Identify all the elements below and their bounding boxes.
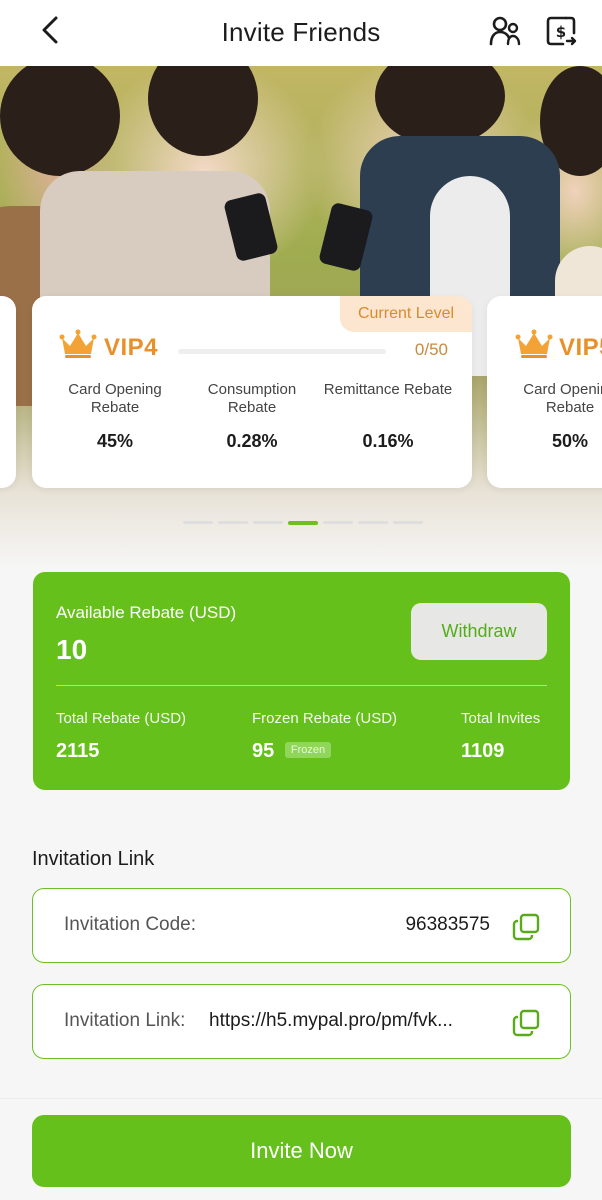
carousel-dot[interactable] [288,521,318,525]
person-hair-2 [148,66,258,156]
total-invites-label: Total Invites [461,710,541,727]
frozen-rebate-label: Frozen Rebate (USD) [252,710,398,727]
withdraw-button[interactable]: Withdraw [411,603,547,660]
carousel-dot[interactable] [393,521,423,524]
person-hair-3 [375,66,505,146]
remittance-rebate: Remittance Rebate 0.16% [318,381,458,452]
invitation-code-value: 96383575 [405,914,490,935]
invitation-link-label: Invitation Link: [64,1010,186,1031]
total-rebate-value: 2115 [56,740,100,762]
invitation-link-box: Invitation Link: https://h5.mypal.pro/pm… [32,984,571,1059]
dollar-export-icon: $ [546,16,577,46]
rebate-label: Consumption Rebate [207,381,297,416]
copy-link-icon[interactable] [512,1009,540,1037]
card-divider [56,685,547,686]
total-rebate-label: Total Rebate (USD) [56,710,187,727]
crown-icon [515,329,553,358]
rebate-records-button[interactable]: $ [542,12,580,50]
carousel-dot[interactable] [323,521,353,524]
invitation-link-value: https://h5.mypal.pro/pm/fvk... [209,1010,453,1031]
invitation-code-box: Invitation Code: 96383575 [32,888,571,963]
rebate-value: 45% [96,431,134,451]
carousel-dots [183,521,423,525]
invited-users-button[interactable] [486,12,524,50]
consumption-rebate: Consumption Rebate 0.28% [182,381,322,452]
vip-progress-bar [178,349,386,354]
invite-now-button[interactable]: Invite Now [32,1115,571,1187]
available-rebate-label: Available Rebate (USD) [56,603,237,622]
rebate-summary-card: Available Rebate (USD) 10 Withdraw Total… [33,572,570,790]
svg-text:$: $ [556,23,566,41]
rebate-label: Remittance Rebate [323,381,453,398]
current-level-badge: Current Level [340,296,472,332]
available-rebate-value: 10 [56,634,88,665]
rebate-value: 50% [551,431,589,451]
invitation-code-label: Invitation Code: [64,914,197,935]
carousel-dot[interactable] [253,521,283,524]
card-opening-rebate: Card Opening Rebate 45% [45,381,185,452]
top-bar: Invite Friends $ [0,0,602,66]
rebate-label: Card Opening Rebate [523,381,602,416]
vip-progress-text: 0/50 [414,340,448,359]
total-invites-value: 1109 [461,740,505,762]
users-icon [489,16,521,46]
carousel-dot[interactable] [218,521,248,524]
vip-card-previous[interactable] [0,296,16,488]
vip-level-label: VIP4 [104,334,159,361]
crown-icon [59,329,97,358]
rebate-value: 0.16% [362,431,414,451]
rebate-label: Card Opening Rebate [68,381,162,416]
vip-card-current[interactable]: Current Level VIP4 0/50 Card Opening Reb… [32,296,472,488]
vip-level-label: VIP5 [559,334,602,361]
frozen-rebate-value: 95 [252,740,275,762]
frozen-badge: Frozen [285,742,331,758]
person-hair-1 [0,66,120,176]
carousel-dot[interactable] [183,521,213,524]
rebate-value: 0.28% [226,431,278,451]
vip-card-next[interactable]: VIP5 Card Opening Rebate 50% [487,296,602,488]
carousel-dot[interactable] [358,521,388,524]
bottom-divider [0,1098,602,1099]
copy-code-icon[interactable] [512,913,540,941]
card-opening-rebate: Card Opening Rebate 50% [500,381,602,452]
invitation-section-title: Invitation Link [32,848,155,870]
